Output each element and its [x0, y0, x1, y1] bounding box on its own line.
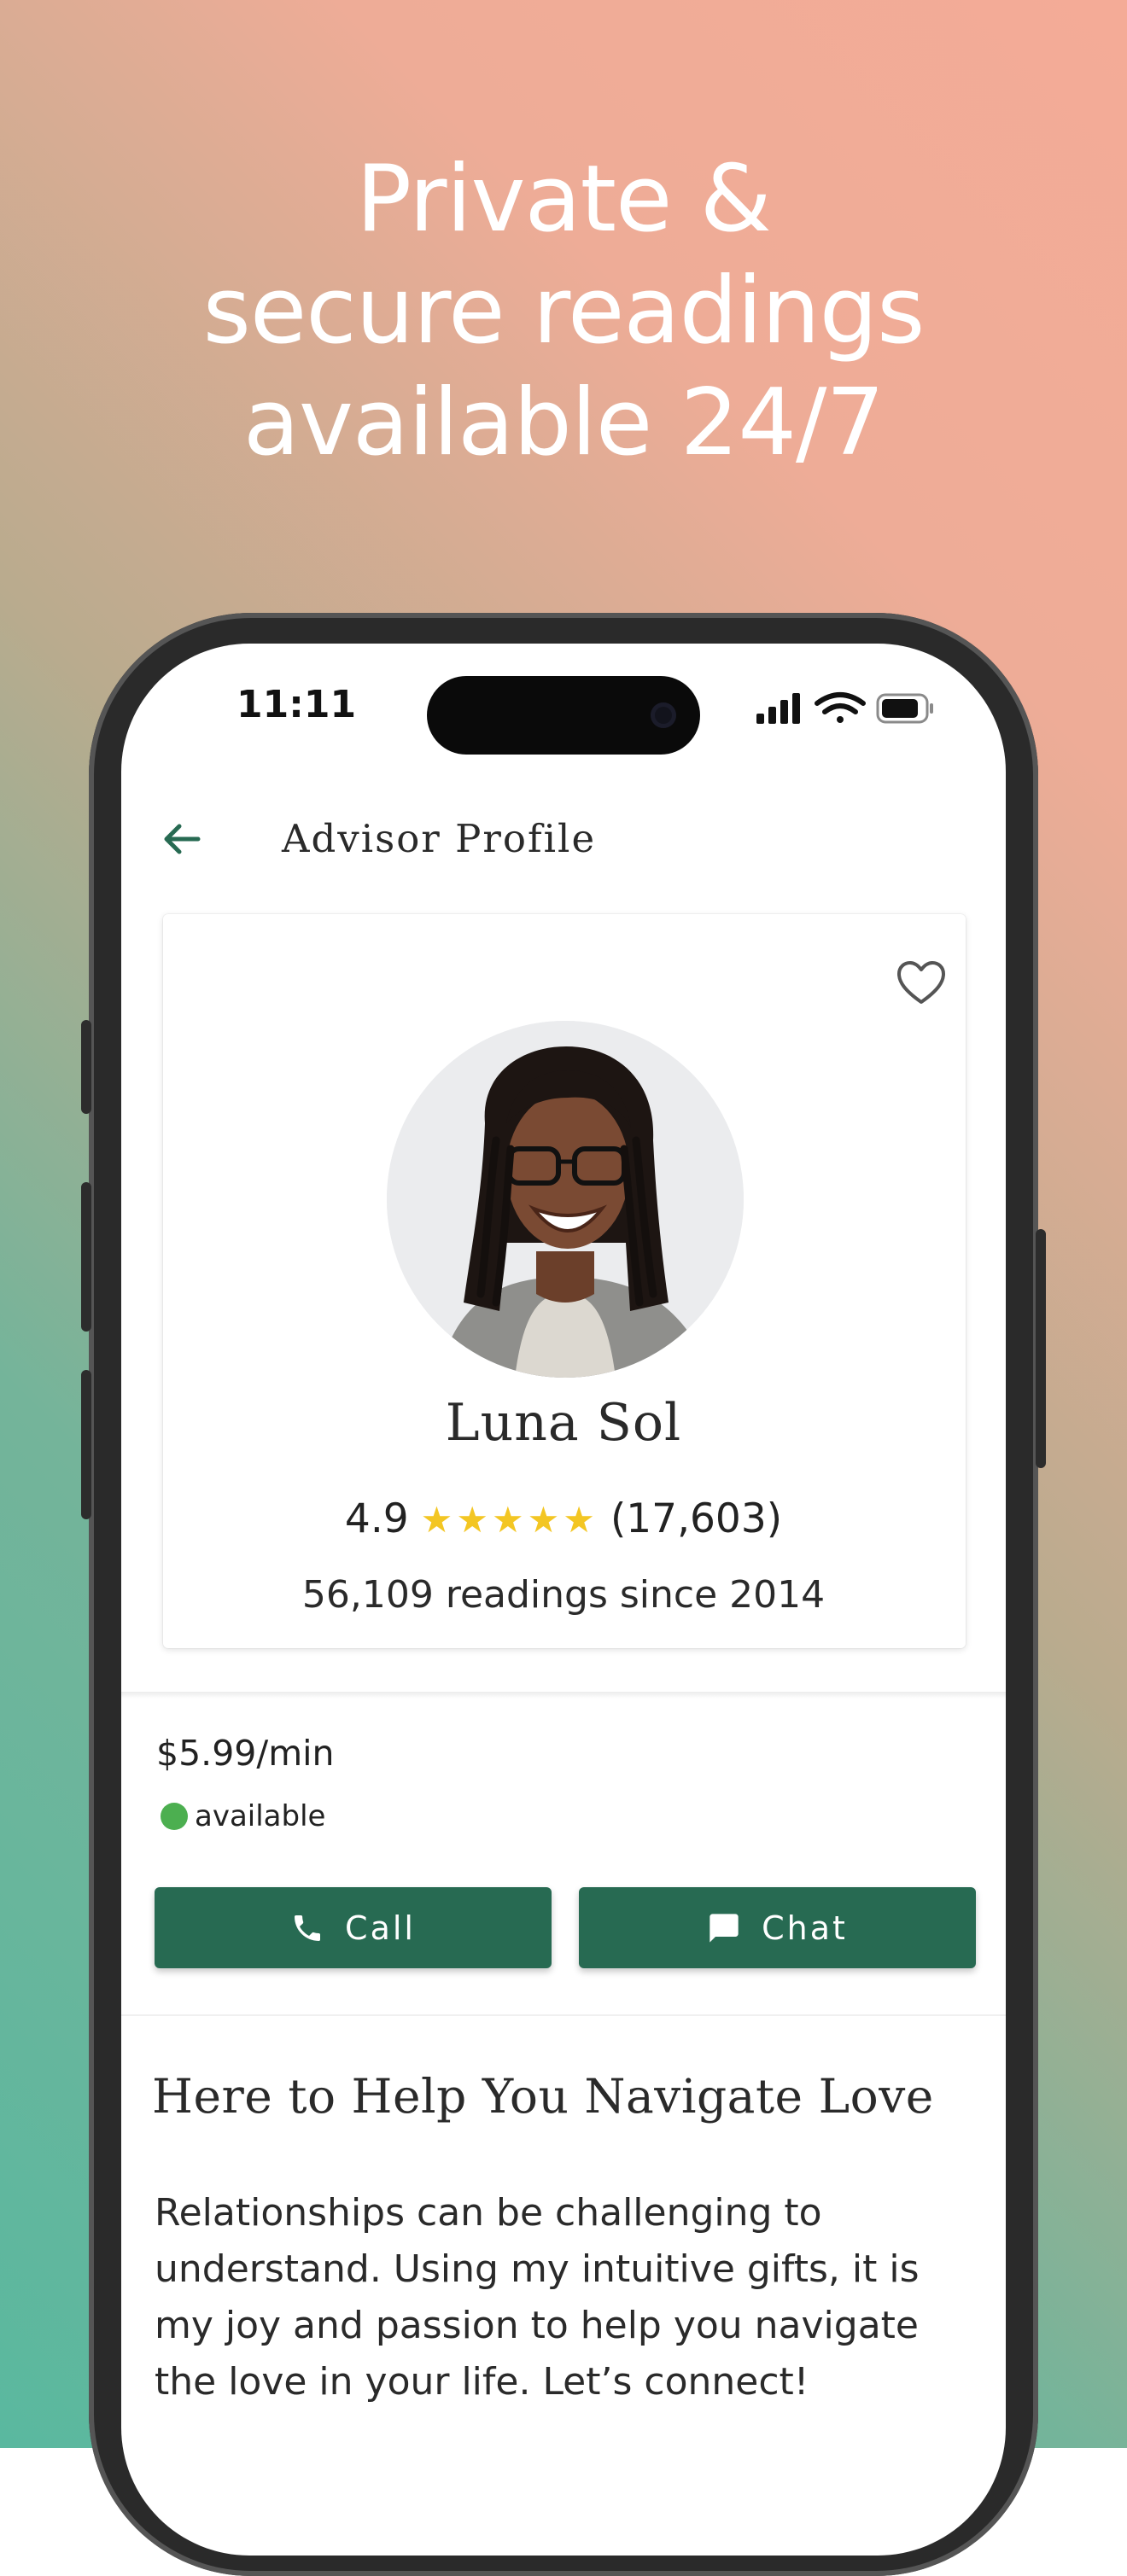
- section-divider: [121, 1692, 1006, 1699]
- advisor-bio: Relationships can be challenging to unde…: [155, 2191, 920, 2404]
- readings-count: 56,109 readings since 2014: [301, 1573, 826, 1617]
- headline-line-2: secure readings: [202, 258, 926, 364]
- dynamic-island: [427, 676, 700, 755]
- rating-row[interactable]: 4.9 ★★★★★ (17,603): [0, 1495, 1127, 1542]
- phone-icon: [295, 1915, 321, 1941]
- rating-value: 4.9: [344, 1495, 409, 1542]
- phone-action-button: [81, 1020, 91, 1114]
- status-dot: [161, 1803, 188, 1830]
- status-time: 11:11: [236, 683, 357, 726]
- heart-outline-icon[interactable]: [896, 959, 947, 1011]
- wifi-icon: [815, 692, 866, 723]
- headline-line-3: available 24/7: [242, 370, 885, 476]
- advisor-avatar: [387, 1021, 744, 1378]
- back-arrow-icon[interactable]: [161, 818, 203, 864]
- review-count: (17,603): [610, 1495, 783, 1542]
- advisor-name: Luna Sol: [445, 1393, 682, 1453]
- headline-line-1: Private &: [355, 146, 772, 253]
- marketing-headline: Private & secure readings available 24/7: [0, 143, 1127, 479]
- chat-button-label: Chat: [762, 1909, 848, 1947]
- signal-icon: [756, 693, 800, 724]
- status-label: available: [195, 1799, 326, 1833]
- front-camera: [651, 702, 676, 728]
- call-button-label: Call: [345, 1909, 416, 1947]
- section-separator: [121, 2014, 1006, 2016]
- chat-bubble-icon: [709, 1913, 739, 1943]
- about-title: Here to Help You Navigate Love: [152, 2069, 934, 2124]
- phone-volume-up-button: [81, 1182, 91, 1332]
- chat-button[interactable]: Chat: [579, 1887, 976, 1968]
- battery-icon: [876, 693, 933, 724]
- price-per-minute: $5.99/min: [156, 1733, 335, 1774]
- availability-status: available: [161, 1799, 325, 1833]
- page-title: Advisor Profile: [282, 816, 597, 861]
- status-icons: [756, 691, 936, 731]
- rating-stars: ★★★★★: [420, 1499, 599, 1541]
- call-button[interactable]: Call: [155, 1887, 552, 1968]
